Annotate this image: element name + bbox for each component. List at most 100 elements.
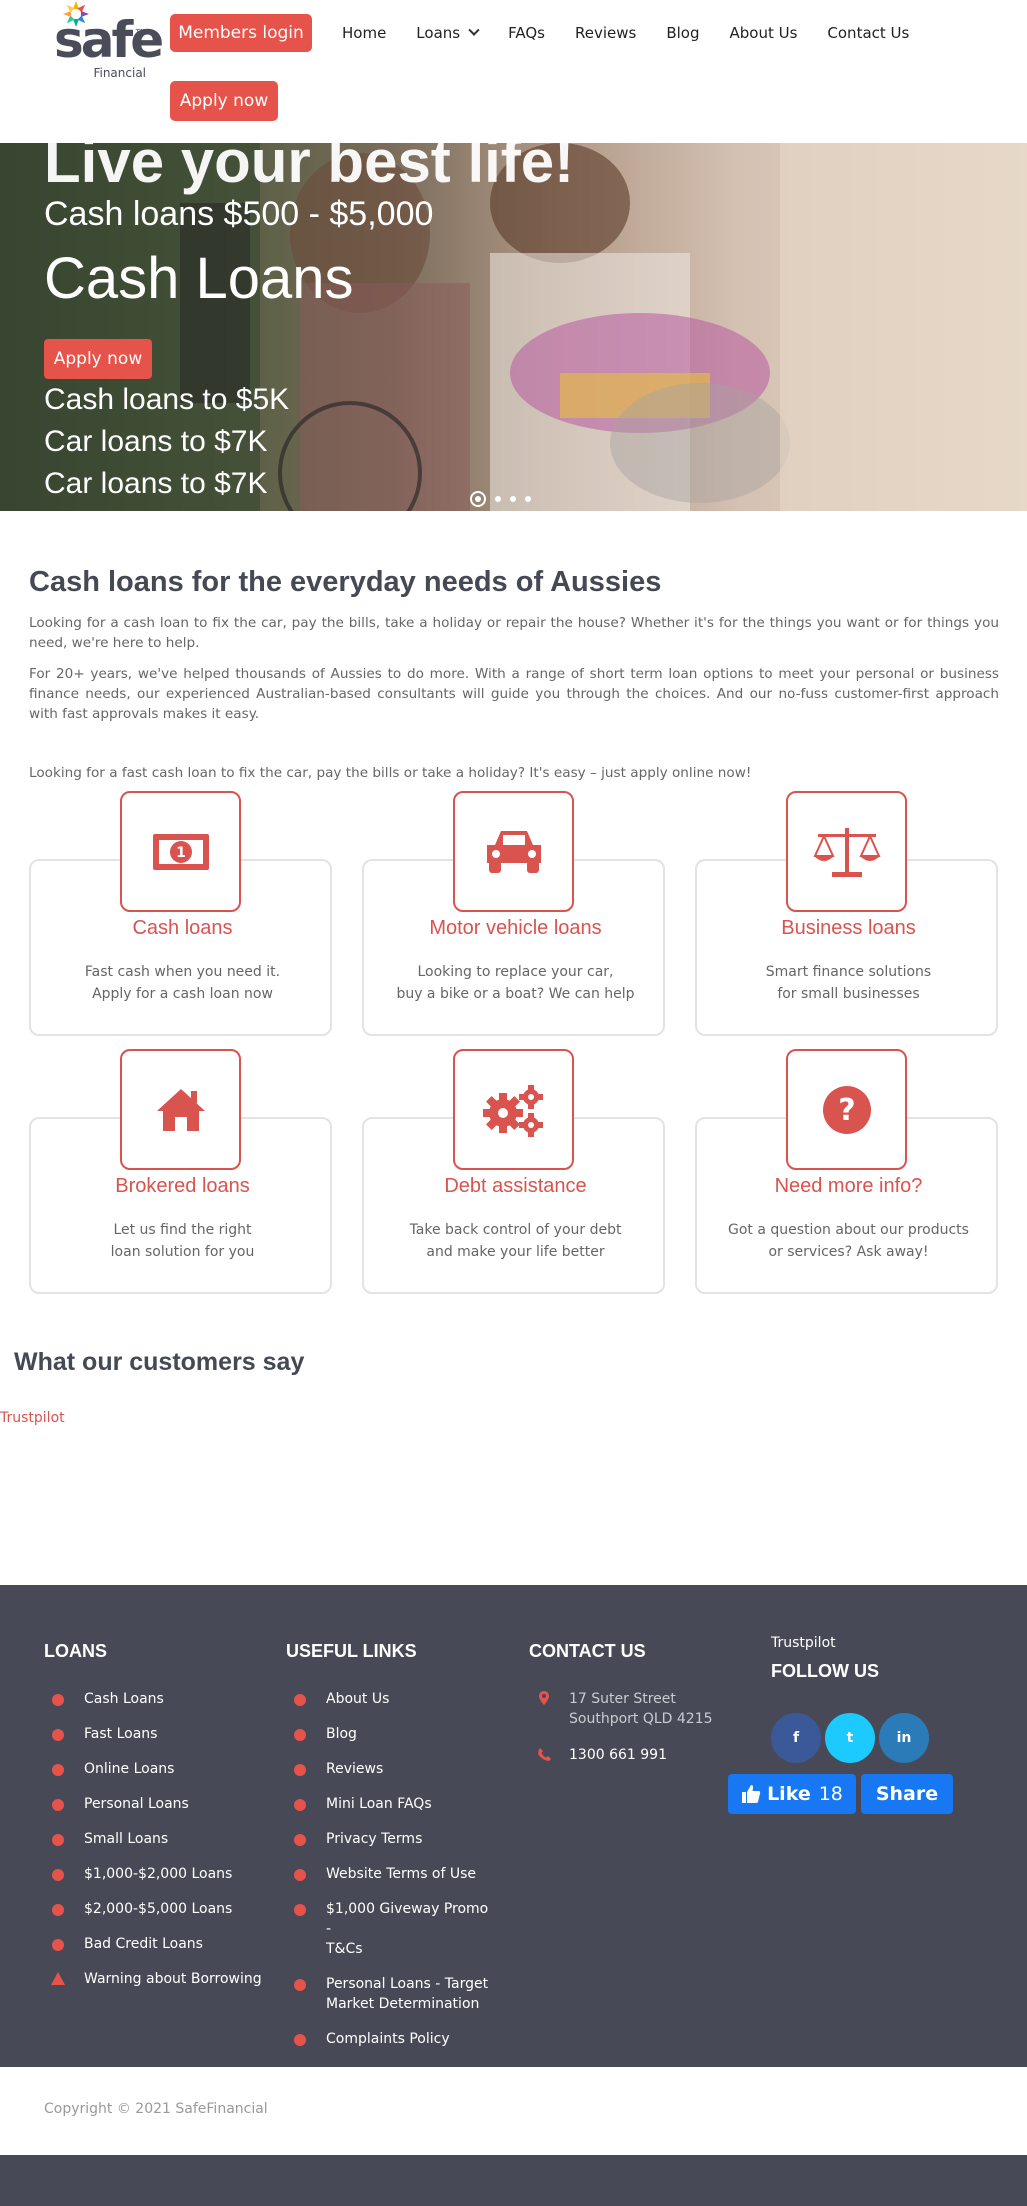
footer-link-label: Complaints Policy	[326, 2031, 450, 2047]
logo-trademark: TM	[135, 28, 146, 36]
footer-loan-link[interactable]: Personal Loans	[44, 1794, 262, 1814]
footer-loans-heading: LOANS	[44, 1641, 107, 1661]
footer-link-label: $1,000 Giveway Promo -	[326, 1901, 489, 1937]
nav-home[interactable]: Home	[342, 22, 386, 44]
bullet-icon	[294, 1979, 306, 1991]
safe-financial-logo[interactable]: safe TM Financial	[54, 0, 164, 82]
footer-useful-link[interactable]: Privacy Terms	[286, 1829, 496, 1849]
footer-loan-link[interactable]: Bad Credit Loans	[44, 1934, 262, 1954]
intro-paragraph-3: Looking for a fast cash loan to fix the …	[29, 765, 752, 781]
footer-useful-link[interactable]: Complaints Policy	[286, 2029, 496, 2049]
bullet-icon	[294, 2034, 306, 2046]
footer-loan-link[interactable]: $2,000-$5,000 Loans	[44, 1899, 262, 1919]
card-text-line1: Smart finance solutions	[765, 964, 932, 980]
footer-useful-link[interactable]: Reviews	[286, 1759, 496, 1779]
footer-contact-heading: CONTACT US	[529, 1641, 646, 1661]
slider-dot-3[interactable]	[510, 496, 516, 502]
nav-contact-us[interactable]: Contact Us	[827, 22, 909, 44]
hero-apply-now-button[interactable]: Apply now	[44, 339, 152, 379]
bullet-icon	[52, 1834, 64, 1846]
footer-link-label: Bad Credit Loans	[84, 1936, 203, 1952]
hero-title: Cash Loans	[44, 246, 354, 311]
hero-offer-car-repeat: Car loans to $7K	[44, 467, 268, 500]
footer-phone[interactable]: 1300 661 991	[529, 1745, 667, 1765]
facebook-like-button[interactable]: Like 18	[728, 1774, 856, 1814]
address-row: 17 Suter Street Southport QLD 4215	[529, 1689, 713, 1729]
slider-dot-1[interactable]	[470, 491, 486, 507]
footer-useful-link[interactable]: Personal Loans - Target Market Determinat…	[286, 1974, 496, 2014]
trustpilot-link[interactable]: Trustpilot	[0, 1410, 65, 1426]
footer-useful-link[interactable]: Blog	[286, 1724, 496, 1744]
card-icon-box-brokered[interactable]	[120, 1049, 241, 1170]
logo-wordmark: safe	[54, 11, 164, 69]
card-text-line1: Let us find the right	[113, 1222, 252, 1238]
members-login-button[interactable]: Members login	[170, 14, 312, 52]
bullet-icon	[52, 1729, 64, 1741]
scales-icon	[812, 827, 881, 877]
nav-reviews[interactable]: Reviews	[575, 22, 636, 44]
gears-icon	[482, 1084, 543, 1137]
footer-link-label: Privacy Terms	[326, 1831, 423, 1847]
footer-link-label: $1,000-$2,000 Loans	[84, 1866, 233, 1882]
question-icon: ?	[822, 1085, 871, 1134]
slider-dot-4[interactable]	[525, 496, 531, 502]
card-text-line2: Apply for a cash loan now	[92, 986, 273, 1002]
footer-loan-link[interactable]: $1,000-$2,000 Loans	[44, 1864, 262, 1884]
footer-warning-link[interactable]: Warning about Borrowing	[44, 1969, 262, 1989]
phone-icon	[538, 1748, 551, 1761]
nav-about-us[interactable]: About Us	[729, 22, 797, 44]
footer-useful-link[interactable]: Mini Loan FAQs	[286, 1794, 496, 1814]
hero-offer-car: Car loans to $7K	[44, 425, 268, 458]
logo-subtitle: Financial	[93, 66, 146, 80]
footer-loans-list: Cash Loans Fast Loans Online Loans Perso…	[44, 1689, 262, 2004]
card-icon-box-info[interactable]: ?	[786, 1049, 907, 1170]
hero-headline: Live your best life!	[44, 143, 575, 195]
hero-offer-cash: Cash loans to $5K	[44, 383, 290, 416]
bullet-icon	[294, 1904, 306, 1916]
facebook-share-button[interactable]: Share	[861, 1774, 953, 1814]
hero-subheadline: Cash loans $500 - $5,000	[44, 195, 434, 233]
footer-link-label: Fast Loans	[84, 1726, 158, 1742]
footer-link-label-cont: Market Determination	[326, 1996, 480, 2012]
bullet-icon	[294, 1834, 306, 1846]
footer-link-label: $2,000-$5,000 Loans	[84, 1901, 233, 1917]
card-title: Need more info?	[774, 1175, 923, 1197]
footer-link-label: Website Terms of Use	[326, 1866, 477, 1882]
footer-loan-link[interactable]: Small Loans	[44, 1829, 262, 1849]
card-icon-box-debt[interactable]	[453, 1049, 574, 1170]
card-icon-box-business[interactable]	[786, 791, 907, 912]
like-count: 18	[818, 1783, 843, 1805]
site-header: safe TM Financial Members login Apply no…	[0, 0, 1027, 143]
bottom-bar	[0, 2155, 1027, 2206]
footer-loan-link[interactable]: Fast Loans	[44, 1724, 262, 1744]
linkedin-icon[interactable]: in	[879, 1713, 929, 1763]
address-line-2: Southport QLD 4215	[569, 1711, 713, 1727]
footer-useful-link[interactable]: Website Terms of Use	[286, 1864, 496, 1884]
footer-loan-link[interactable]: Online Loans	[44, 1759, 262, 1779]
card-icon-box-cash[interactable]: 1	[120, 791, 241, 912]
bullet-icon	[294, 1729, 306, 1741]
footer-useful-link[interactable]: $1,000 Giveway Promo - T&Cs	[286, 1899, 496, 1959]
card-text-line2: loan solution for you	[110, 1244, 255, 1260]
warning-icon	[51, 1972, 65, 1985]
card-title: Cash loans	[132, 917, 233, 939]
card-text-line2: buy a bike or a boat? We can help	[396, 986, 635, 1002]
slider-dot-2[interactable]	[495, 496, 501, 502]
footer-link-label-cont: T&Cs	[326, 1941, 363, 1957]
map-pin-icon	[539, 1691, 549, 1705]
nav-blog[interactable]: Blog	[666, 22, 699, 44]
facebook-icon[interactable]: f	[771, 1713, 821, 1763]
footer-trustpilot[interactable]: Trustpilot	[771, 1635, 836, 1651]
footer-links-heading: USEFUL LINKS	[286, 1641, 417, 1661]
like-label: Like	[767, 1783, 811, 1805]
footer-useful-link[interactable]: About Us	[286, 1689, 496, 1709]
footer-loan-link[interactable]: Cash Loans	[44, 1689, 262, 1709]
card-title: Motor vehicle loans	[429, 917, 602, 939]
nav-faqs[interactable]: FAQs	[508, 22, 545, 44]
bullet-icon	[52, 1939, 64, 1951]
footer-link-label: Cash Loans	[84, 1691, 164, 1707]
apply-now-button[interactable]: Apply now	[170, 81, 278, 121]
card-icon-box-motor[interactable]	[453, 791, 574, 912]
twitter-icon[interactable]: t	[825, 1713, 875, 1763]
nav-loans[interactable]: Loans	[416, 22, 480, 44]
